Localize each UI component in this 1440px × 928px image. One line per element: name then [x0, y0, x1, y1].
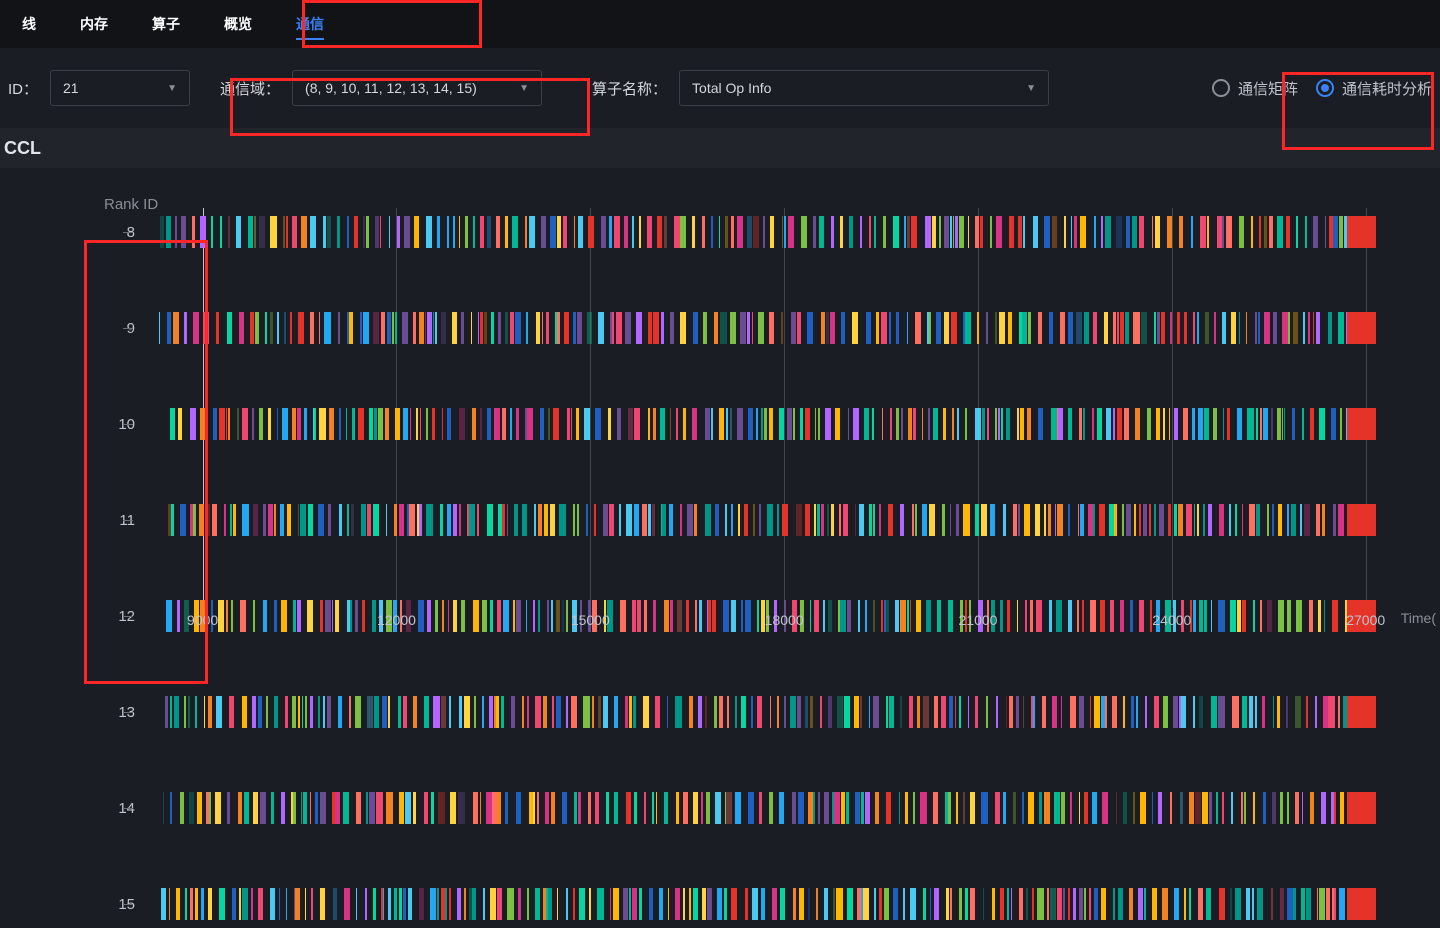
rank-bars	[139, 888, 1398, 920]
filter-op-label: 算子名称：	[592, 78, 667, 99]
tab-memory[interactable]: 内存	[58, 0, 130, 48]
radio-matrix[interactable]: 通信矩阵	[1212, 78, 1298, 99]
timeline-row[interactable]: 8	[138, 208, 1398, 256]
op-select[interactable]: Total Op Info ▼	[679, 70, 1049, 106]
domain-select[interactable]: (8, 9, 10, 11, 12, 13, 14, 15) ▼	[292, 70, 542, 106]
tab-line[interactable]: 线	[0, 0, 58, 48]
radio-icon	[1316, 79, 1334, 97]
radio-analysis[interactable]: 通信耗时分析	[1316, 78, 1432, 99]
rank-bars	[139, 504, 1398, 536]
radio-icon	[1212, 79, 1230, 97]
x-tick-label: 12000	[377, 612, 416, 628]
timeline-row[interactable]: 15	[138, 880, 1398, 928]
radio-analysis-label: 通信耗时分析	[1342, 78, 1432, 99]
chevron-down-icon: ▼	[167, 83, 177, 94]
rank-bars	[139, 792, 1398, 824]
x-tick-label: 9000	[187, 612, 218, 628]
x-axis-ticks: 9000 12000 15000 18000 21000 24000 27000	[138, 608, 1398, 632]
timeline-plot[interactable]: 89101112131415	[138, 208, 1398, 608]
chevron-down-icon: ▼	[519, 83, 529, 94]
x-tick-label: 18000	[765, 612, 804, 628]
filter-op-group: 算子名称： Total Op Info ▼	[592, 70, 1049, 106]
tab-communication[interactable]: 通信	[274, 0, 346, 48]
filter-domain-label: 通信域：	[220, 78, 280, 99]
timeline-row[interactable]: 10	[138, 400, 1398, 448]
timeline-row[interactable]: 14	[138, 784, 1398, 832]
radio-matrix-label: 通信矩阵	[1238, 78, 1298, 99]
x-tick-label: 24000	[1152, 612, 1191, 628]
timeline-row[interactable]: 11	[138, 496, 1398, 544]
tab-overview[interactable]: 概览	[202, 0, 274, 48]
rank-bars	[139, 408, 1398, 440]
top-tabs: 线 内存 算子 概览 通信	[0, 0, 1440, 48]
x-tick-label: 27000	[1346, 612, 1385, 628]
section-title: CCL	[0, 128, 1440, 168]
timeline-row[interactable]: 9	[138, 304, 1398, 352]
chart-container: Rank ID Time( 89101112131415 90001200015…	[0, 168, 1440, 652]
tab-operators[interactable]: 算子	[130, 0, 202, 48]
rank-bars	[139, 696, 1398, 728]
x-tick-label: 21000	[959, 612, 998, 628]
view-radios: 通信矩阵 通信耗时分析	[1212, 78, 1432, 99]
filter-id-group: ID： 21 ▼	[8, 70, 190, 106]
chevron-down-icon: ▼	[1026, 83, 1036, 94]
x-tick-label: 15000	[571, 612, 610, 628]
op-select-value: Total Op Info	[692, 80, 771, 96]
rank-bars	[139, 216, 1398, 248]
domain-select-value: (8, 9, 10, 11, 12, 13, 14, 15)	[305, 80, 477, 96]
filter-id-label: ID：	[8, 78, 38, 99]
id-select-value: 21	[63, 80, 79, 96]
filter-bar: ID： 21 ▼ 通信域： (8, 9, 10, 11, 12, 13, 14,…	[0, 48, 1440, 128]
timeline-row[interactable]: 13	[138, 688, 1398, 736]
x-axis-title: Time(	[1401, 610, 1436, 626]
id-select[interactable]: 21 ▼	[50, 70, 190, 106]
rank-bars	[139, 312, 1398, 344]
filter-domain-group: 通信域： (8, 9, 10, 11, 12, 13, 14, 15) ▼	[220, 70, 542, 106]
